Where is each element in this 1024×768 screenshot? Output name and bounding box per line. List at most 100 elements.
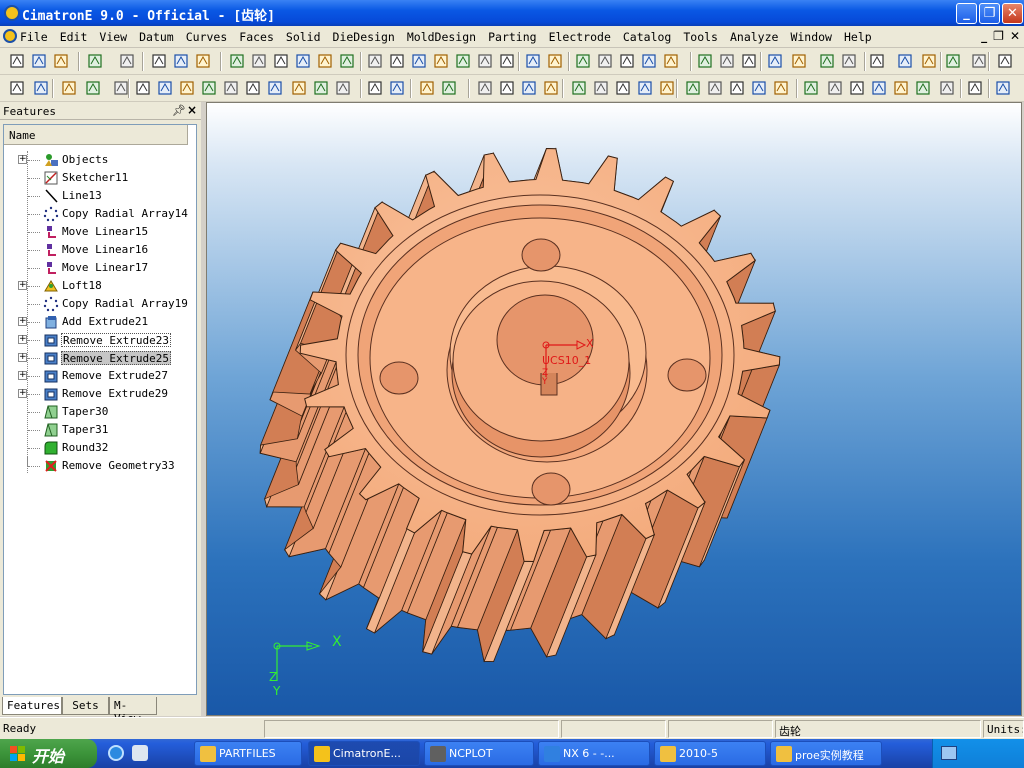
- standard-tool-35-icon[interactable]: [840, 52, 858, 70]
- close-panel-icon[interactable]: ×: [187, 103, 197, 117]
- menu-solid[interactable]: Solid: [280, 30, 327, 44]
- standard-tool-28-icon[interactable]: [662, 52, 680, 70]
- feature-tree-item[interactable]: + Loft18: [4, 277, 196, 295]
- modeling-tool-16-icon[interactable]: [366, 79, 384, 97]
- standard-tool-40-icon[interactable]: [970, 52, 988, 70]
- graphics-viewport[interactable]: X UCS10_1 Z Y X Z Y: [206, 102, 1022, 716]
- taskbar-button[interactable]: 2010-5: [654, 741, 766, 766]
- standard-tool-6-icon[interactable]: [150, 52, 168, 70]
- menu-help[interactable]: Help: [838, 30, 878, 44]
- feature-tree-item[interactable]: Taper30: [4, 403, 196, 421]
- standard-tool-30-icon[interactable]: [718, 52, 736, 70]
- menu-catalog[interactable]: Catalog: [617, 30, 677, 44]
- feature-tree-item[interactable]: + Add Extrude21: [4, 313, 196, 331]
- modeling-tool-37-icon[interactable]: [870, 79, 888, 97]
- menu-file[interactable]: File: [14, 30, 54, 44]
- feature-tree-item[interactable]: Copy Radial Array19: [4, 295, 196, 313]
- standard-tool-10-icon[interactable]: [250, 52, 268, 70]
- standard-tool-20-icon[interactable]: [476, 52, 494, 70]
- modeling-tool-4-icon[interactable]: [84, 79, 102, 97]
- menu-edit[interactable]: Edit: [54, 30, 94, 44]
- standard-tool-27-icon[interactable]: [640, 52, 658, 70]
- standard-tool-13-icon[interactable]: [316, 52, 334, 70]
- modeling-tool-15-icon[interactable]: [334, 79, 352, 97]
- cimatron-logo-icon[interactable]: [4, 5, 20, 21]
- menu-tools[interactable]: Tools: [677, 30, 724, 44]
- modeling-tool-22-icon[interactable]: [520, 79, 538, 97]
- standard-tool-25-icon[interactable]: [596, 52, 614, 70]
- standard-tool-24-icon[interactable]: [574, 52, 592, 70]
- modeling-tool-18-icon[interactable]: [418, 79, 436, 97]
- modeling-tool-10-icon[interactable]: [222, 79, 240, 97]
- modeling-tool-42-icon[interactable]: [994, 79, 1012, 97]
- modeling-tool-36-icon[interactable]: [848, 79, 866, 97]
- menu-datum[interactable]: Datum: [133, 30, 180, 44]
- modeling-tool-38-icon[interactable]: [892, 79, 910, 97]
- expand-icon[interactable]: +: [18, 371, 27, 380]
- standard-tool-36-icon[interactable]: [868, 52, 886, 70]
- expand-icon[interactable]: +: [18, 317, 27, 326]
- feature-tree-item[interactable]: + Objects: [4, 151, 196, 169]
- menu-parting[interactable]: Parting: [482, 30, 542, 44]
- tab-features[interactable]: Features: [2, 697, 62, 715]
- menu-diedesign[interactable]: DieDesign: [327, 30, 401, 44]
- expand-icon[interactable]: +: [18, 281, 27, 290]
- feature-tree-item[interactable]: Move Linear16: [4, 241, 196, 259]
- expand-icon[interactable]: +: [18, 335, 27, 344]
- standard-tool-12-icon[interactable]: [294, 52, 312, 70]
- standard-tool-31-icon[interactable]: [740, 52, 758, 70]
- modeling-tool-23-icon[interactable]: [542, 79, 560, 97]
- feature-tree-item[interactable]: Taper31: [4, 421, 196, 439]
- standard-tool-29-icon[interactable]: [696, 52, 714, 70]
- document-minimize-button[interactable]: _: [981, 29, 987, 43]
- standard-tool-4-icon[interactable]: [86, 52, 104, 70]
- modeling-tool-33-icon[interactable]: [772, 79, 790, 97]
- modeling-tool-41-icon[interactable]: [966, 79, 984, 97]
- modeling-tool-8-icon[interactable]: [178, 79, 196, 97]
- standard-tool-39-icon[interactable]: [944, 52, 962, 70]
- standard-tool-9-icon[interactable]: [228, 52, 246, 70]
- feature-tree-item[interactable]: + Remove Extrude27: [4, 367, 196, 385]
- standard-tool-37-icon[interactable]: [896, 52, 914, 70]
- modeling-tool-40-icon[interactable]: [938, 79, 956, 97]
- modeling-tool-7-icon[interactable]: [156, 79, 174, 97]
- menu-window[interactable]: Window: [784, 30, 838, 44]
- feature-tree-item[interactable]: Move Linear17: [4, 259, 196, 277]
- feature-tree-item[interactable]: Sketcher11: [4, 169, 196, 187]
- menu-molddesign[interactable]: MoldDesign: [401, 30, 482, 44]
- standard-tool-14-icon[interactable]: [338, 52, 356, 70]
- modeling-tool-21-icon[interactable]: [498, 79, 516, 97]
- menu-electrode[interactable]: Electrode: [543, 30, 617, 44]
- standard-tool-19-icon[interactable]: [454, 52, 472, 70]
- modeling-tool-35-icon[interactable]: [826, 79, 844, 97]
- taskbar-button[interactable]: PARTFILES: [194, 741, 302, 766]
- standard-tool-21-icon[interactable]: [498, 52, 516, 70]
- standard-tool-22-icon[interactable]: [524, 52, 542, 70]
- desktop-icon[interactable]: [132, 745, 148, 761]
- modeling-tool-24-icon[interactable]: [570, 79, 588, 97]
- taskbar-button[interactable]: proe实例教程: [770, 741, 882, 766]
- taskbar-button[interactable]: NX 6 - -...: [538, 741, 650, 766]
- modeling-tool-26-icon[interactable]: [614, 79, 632, 97]
- standard-tool-1-icon[interactable]: [8, 52, 26, 70]
- feature-tree-item[interactable]: Copy Radial Array14: [4, 205, 196, 223]
- modeling-tool-32-icon[interactable]: [750, 79, 768, 97]
- modeling-tool-29-icon[interactable]: [684, 79, 702, 97]
- standard-tool-33-icon[interactable]: [790, 52, 808, 70]
- taskbar-button[interactable]: CimatronE...: [308, 741, 420, 766]
- modeling-tool-30-icon[interactable]: [706, 79, 724, 97]
- modeling-tool-25-icon[interactable]: [592, 79, 610, 97]
- modeling-tool-17-icon[interactable]: [388, 79, 406, 97]
- feature-tree-item[interactable]: + Remove Extrude29: [4, 385, 196, 403]
- standard-tool-16-icon[interactable]: [388, 52, 406, 70]
- modeling-tool-34-icon[interactable]: [802, 79, 820, 97]
- document-close-button[interactable]: ✕: [1010, 29, 1020, 43]
- modeling-tool-11-icon[interactable]: [244, 79, 262, 97]
- expand-icon[interactable]: +: [18, 155, 27, 164]
- standard-tool-2-icon[interactable]: [30, 52, 48, 70]
- standard-tool-18-icon[interactable]: [432, 52, 450, 70]
- feature-tree-item[interactable]: Move Linear15: [4, 223, 196, 241]
- modeling-tool-27-icon[interactable]: [636, 79, 654, 97]
- tab-m-view[interactable]: M-View: [109, 697, 157, 725]
- standard-tool-15-icon[interactable]: [366, 52, 384, 70]
